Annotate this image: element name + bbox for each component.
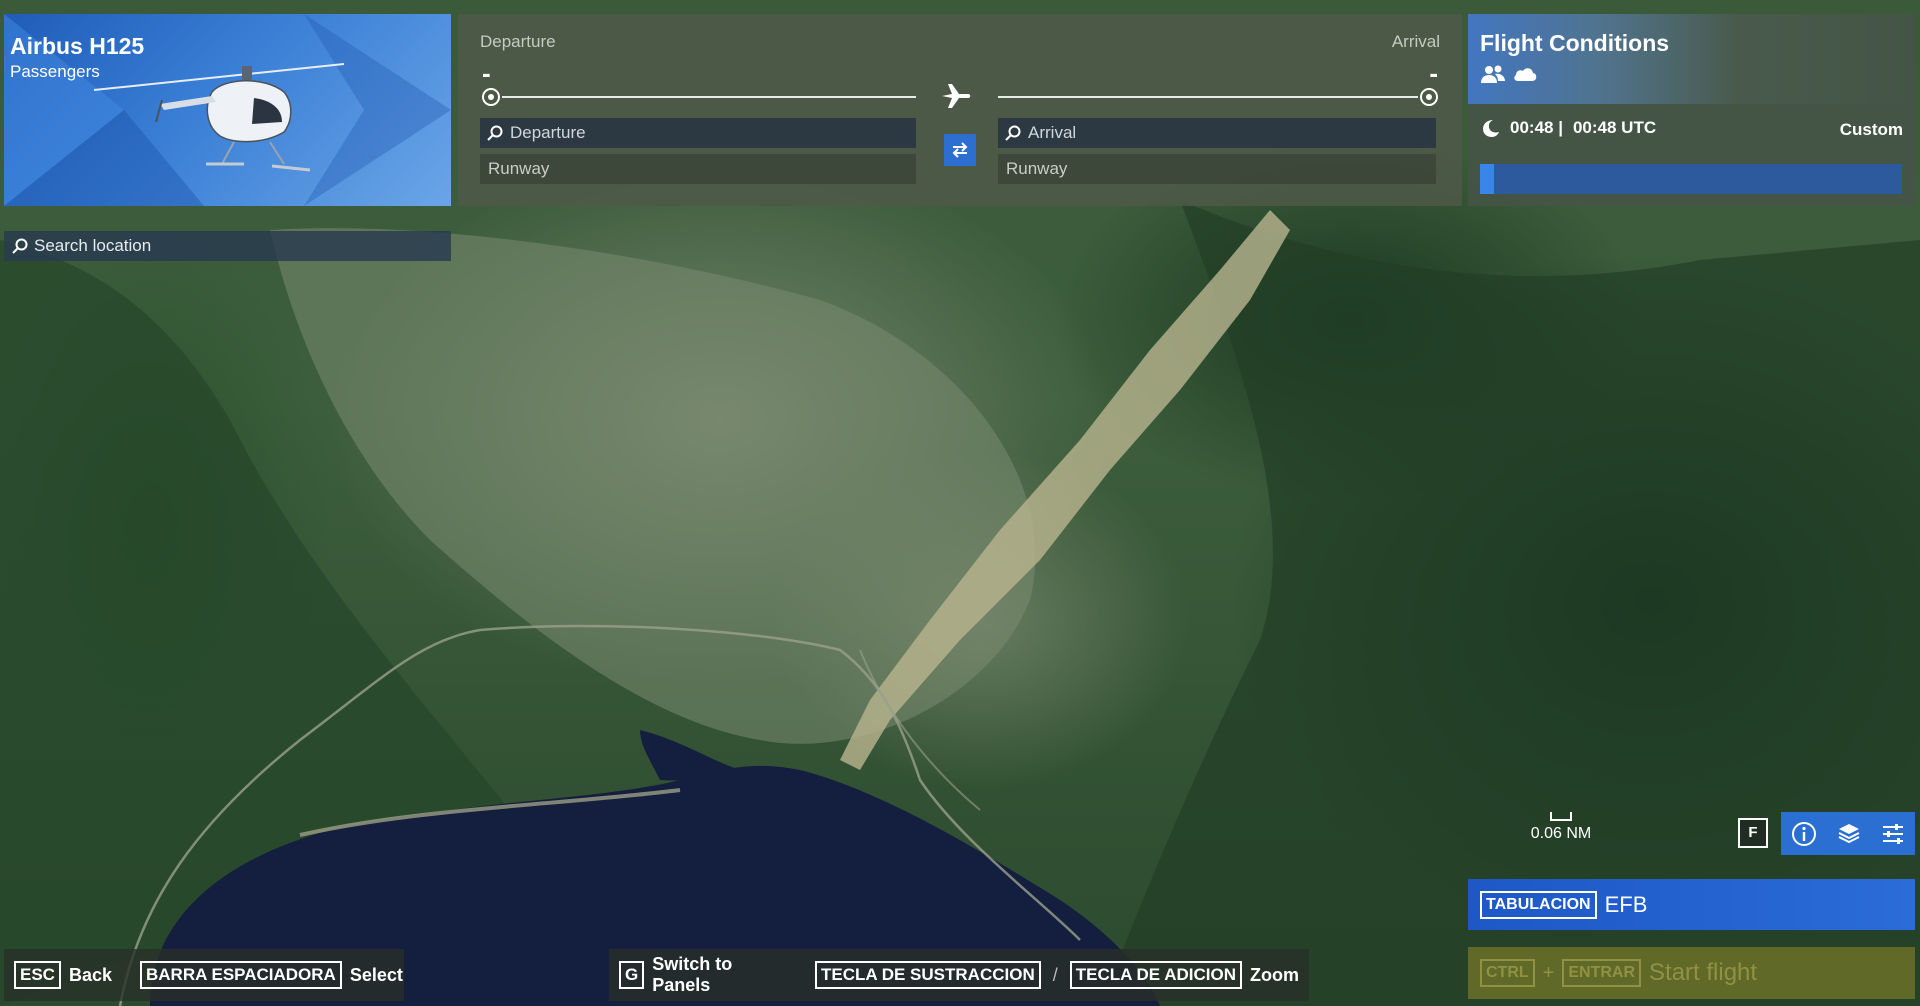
scale-label: 0.06 NM xyxy=(1530,825,1592,842)
swap-arrows-icon xyxy=(952,142,968,158)
departure-runway-field[interactable]: Runway xyxy=(480,154,916,184)
start-flight-label: Start flight xyxy=(1649,959,1758,986)
back-label[interactable]: Back xyxy=(69,965,112,986)
arrival-runway-field[interactable]: Runway xyxy=(998,154,1436,184)
conditions-title: Flight Conditions xyxy=(1480,30,1670,56)
search-icon xyxy=(1005,125,1021,141)
zoom-separator: / xyxy=(1052,964,1058,985)
back-key[interactable]: ESC xyxy=(14,961,61,989)
passengers-icon xyxy=(1481,65,1505,83)
arrival-search-field[interactable]: Arrival xyxy=(998,118,1436,148)
panels-key[interactable]: G xyxy=(619,961,645,989)
aircraft-subtitle: Passengers xyxy=(10,62,100,81)
scale-bar-icon xyxy=(1550,812,1572,821)
hint-bar-left: ESC Back BARRA ESPACIADORA Select xyxy=(4,949,404,1001)
arrival-runway-text: Runway xyxy=(1006,159,1068,178)
conditions-time: 00:48 | 00:48 UTC xyxy=(1480,118,1656,138)
aircraft-card[interactable]: Airbus H125 Passengers xyxy=(4,14,451,206)
map-tools-bar xyxy=(1781,812,1915,855)
settings-sliders-icon[interactable] xyxy=(1881,823,1905,845)
cloud-icon xyxy=(1514,68,1537,81)
utc-time: 00:48 UTC xyxy=(1572,118,1657,137)
conditions-icons xyxy=(1480,64,1538,84)
departure-label: Departure xyxy=(480,32,556,51)
arrival-search-text: Arrival xyxy=(1028,123,1077,142)
panels-label[interactable]: Switch to Panels xyxy=(652,954,791,996)
search-icon xyxy=(487,125,503,141)
flight-conditions-panel[interactable]: Flight Conditions 00:48 | 00:48 UTC Cust… xyxy=(1468,14,1915,206)
start-flight-button[interactable]: CTRL + ENTRAR Start flight xyxy=(1468,947,1915,999)
info-icon[interactable] xyxy=(1791,821,1817,847)
efb-key: TABULACION xyxy=(1480,890,1597,919)
route-panel: Departure Arrival - - Departure Runway A… xyxy=(458,14,1462,206)
start-key-enter: ENTRAR xyxy=(1562,959,1642,987)
select-key[interactable]: BARRA ESPACIADORA xyxy=(140,961,342,989)
time-of-day-fill xyxy=(1480,164,1494,194)
arrival-code: - xyxy=(1429,58,1438,88)
departure-runway-text: Runway xyxy=(488,159,550,178)
airplane-icon xyxy=(942,84,971,108)
start-key-ctrl: CTRL xyxy=(1480,959,1535,987)
zoom-label[interactable]: Zoom xyxy=(1250,965,1299,986)
arrival-dot-icon xyxy=(1420,88,1438,106)
search-location-input[interactable]: Search location xyxy=(4,231,451,261)
hint-bar-center: G Switch to Panels TECLA DE SUSTRACCION … xyxy=(609,949,1309,1001)
arrival-label: Arrival xyxy=(1391,32,1440,51)
arrival-route-line xyxy=(998,96,1418,98)
efb-button[interactable]: TABULACION EFB xyxy=(1468,879,1915,930)
map-scale: 0.06 NM xyxy=(1524,812,1598,843)
local-time: 00:48 | xyxy=(1510,118,1563,137)
zoom-in-key[interactable]: TECLA DE ADICION xyxy=(1069,961,1242,989)
moon-icon xyxy=(1483,120,1499,137)
filter-key-button[interactable]: F xyxy=(1738,818,1768,848)
layers-icon[interactable] xyxy=(1837,822,1861,846)
efb-label: EFB xyxy=(1604,891,1648,917)
departure-search-field[interactable]: Departure xyxy=(480,118,916,148)
helicopter-icon xyxy=(94,63,345,172)
search-icon xyxy=(12,238,28,254)
conditions-mode: Custom xyxy=(1839,120,1903,139)
departure-code: - xyxy=(482,58,491,88)
conditions-banner xyxy=(1468,14,1915,104)
search-location-placeholder: Search location xyxy=(34,236,152,255)
select-label[interactable]: Select xyxy=(350,965,403,986)
departure-dot-icon xyxy=(482,88,500,106)
departure-route-line xyxy=(502,96,916,98)
time-of-day-slider[interactable] xyxy=(1480,164,1902,194)
swap-button[interactable] xyxy=(944,134,976,166)
start-key-plus: + xyxy=(1542,961,1555,984)
departure-search-text: Departure xyxy=(510,123,586,142)
zoom-out-key[interactable]: TECLA DE SUSTRACCION xyxy=(814,961,1041,989)
